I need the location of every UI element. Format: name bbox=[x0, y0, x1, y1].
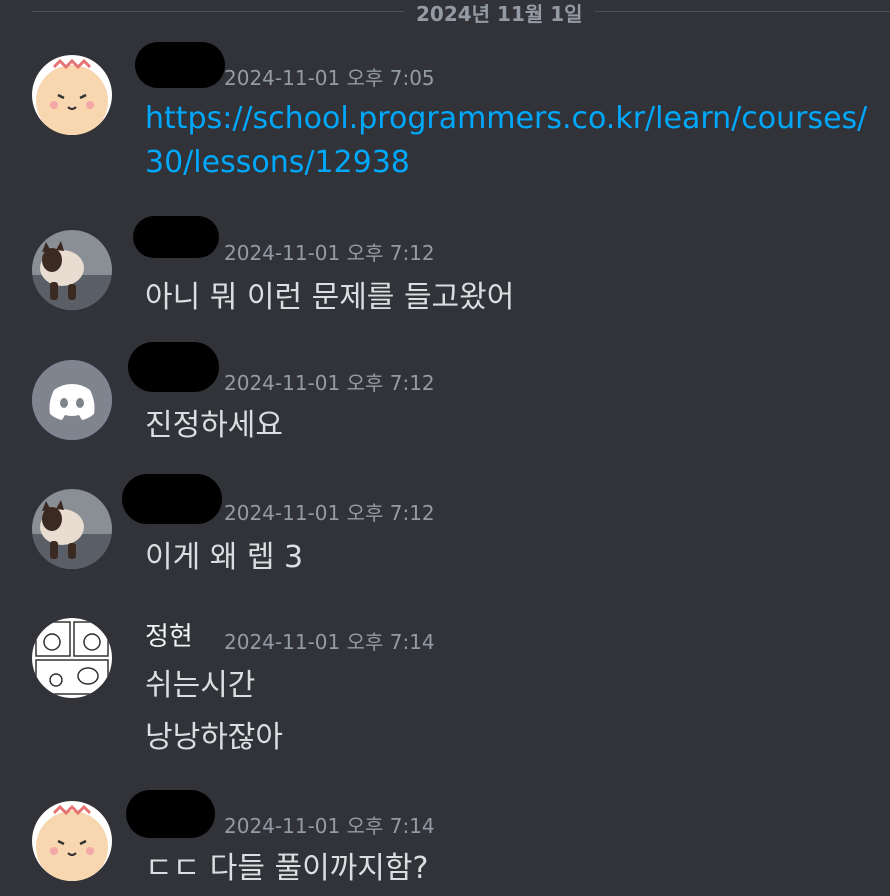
hamster-avatar[interactable] bbox=[32, 55, 112, 135]
cat-photo-avatar[interactable] bbox=[32, 489, 112, 569]
redacted-username bbox=[133, 216, 219, 258]
message-timestamp: 2024-11-01 오후 7:12 bbox=[224, 501, 435, 525]
message-text: 낭낭하잖아 bbox=[145, 720, 283, 755]
hamster-icon bbox=[32, 801, 112, 881]
redacted-username bbox=[135, 42, 225, 88]
cat-photo-icon bbox=[32, 489, 112, 569]
message-timestamp: 2024-11-01 오후 7:14 bbox=[224, 814, 435, 838]
date-divider: 2024년 11월 1일 bbox=[32, 0, 890, 27]
comic-avatar[interactable] bbox=[32, 618, 112, 698]
link-line-2[interactable]: 30/lessons/12938 bbox=[145, 141, 867, 185]
discord-logo-icon bbox=[32, 360, 112, 440]
cat-photo-avatar[interactable] bbox=[32, 230, 112, 310]
link-line-1[interactable]: https://school.programmers.co.kr/learn/c… bbox=[145, 97, 867, 141]
message-timestamp: 2024-11-01 오후 7:14 bbox=[224, 630, 435, 654]
message-text: 아니 뭐 이런 문제를 들고왔어 bbox=[145, 280, 515, 315]
date-divider-label: 2024년 11월 1일 bbox=[404, 0, 595, 27]
redacted-username bbox=[128, 342, 219, 392]
message-timestamp: 2024-11-01 오후 7:05 bbox=[224, 66, 435, 90]
message-timestamp: 2024-11-01 오후 7:12 bbox=[224, 371, 435, 395]
redacted-username bbox=[126, 790, 215, 838]
comic-strip-icon bbox=[32, 618, 112, 698]
hamster-icon bbox=[32, 55, 112, 135]
message-text: 쉬는시간 bbox=[145, 668, 256, 703]
message-timestamp: 2024-11-01 오후 7:12 bbox=[224, 241, 435, 265]
discord-default-avatar[interactable] bbox=[32, 360, 112, 440]
cat-photo-icon bbox=[32, 230, 112, 310]
message-text: ㄷㄷ 다들 풀이까지함? bbox=[145, 851, 429, 886]
message-username[interactable]: 정현 bbox=[145, 616, 193, 653]
message-link[interactable]: https://school.programmers.co.kr/learn/c… bbox=[145, 97, 867, 185]
hamster-avatar[interactable] bbox=[32, 801, 112, 881]
message-text: 이게 왜 렙 3 bbox=[145, 540, 304, 575]
message-text: 진정하세요 bbox=[145, 408, 283, 443]
redacted-username bbox=[122, 474, 222, 524]
